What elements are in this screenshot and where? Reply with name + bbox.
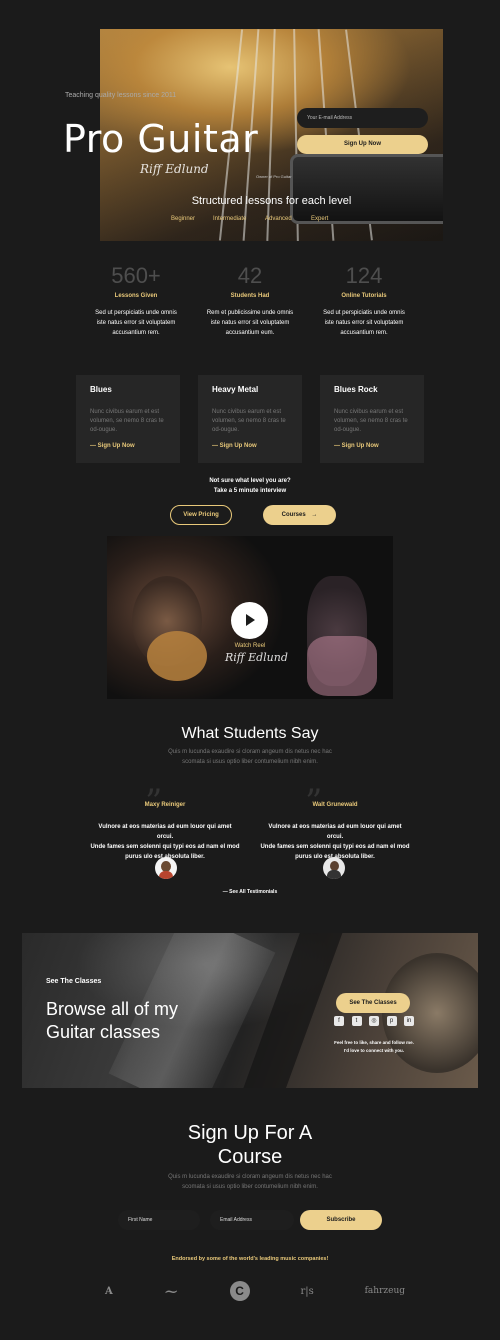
endorsed-text: Endorsed by some of the world's leading … [171, 1256, 329, 1262]
signup-title-line: Course [217, 1146, 283, 1168]
stat-value: 560+ [111, 263, 161, 288]
intro-line: scomata si usus optio liber contumelium … [182, 759, 318, 765]
signup-intro: Quis m lucunda exaudire si cloram angeum… [100, 1172, 400, 1192]
level-expert[interactable]: Expert [311, 216, 328, 222]
subscribe-button[interactable]: Subscribe [300, 1210, 382, 1230]
testimonial-name: Maxy Reiniger [144, 802, 186, 808]
stat-text: Rem et publicissime unde omnis iste natu… [206, 310, 294, 336]
testimonial-name: Walt Grunewald [312, 802, 358, 808]
arrow-right-icon: → [311, 512, 318, 518]
level-beginner[interactable]: Beginner [171, 216, 195, 222]
stat-label: Students Had [230, 293, 270, 299]
genre-text: Nunc civibus earum et est volumen, se ne… [212, 409, 286, 433]
browse-title-line: Guitar classes [46, 1022, 161, 1042]
play-icon [246, 614, 255, 626]
first-name-field[interactable]: First Name [118, 1210, 200, 1230]
email-field[interactable]: Your E-mail Address [297, 108, 428, 128]
stat-value: 124 [345, 263, 383, 288]
intro-line: scomata si usus optio liber contumelium … [182, 1184, 318, 1190]
signup-title: Sign Up For A Course [150, 1121, 350, 1169]
testimonials-intro: Quis m lucunda exaudire si cloram angeum… [100, 747, 400, 767]
instagram-icon[interactable]: ◎ [369, 1016, 379, 1026]
testimonial-line: Unde fames sem solenni qui typi eos ad n… [90, 844, 240, 850]
genre-signup-link[interactable]: — Sign Up Now [212, 443, 288, 449]
stat-text: Sed ut perspiciatis unde omnis iste natu… [323, 310, 405, 336]
browse-title-line: Browse all of my [46, 999, 179, 1019]
play-button[interactable] [231, 602, 268, 639]
testimonial-line: Vulnore at eos materias ad eum louor qui… [268, 824, 402, 840]
partner-logo: r|s [300, 1285, 314, 1297]
social-icons: f t ◎ p in [334, 1016, 414, 1026]
partner-logo: ~ [163, 1280, 179, 1302]
stat-label: Online Tutorials [341, 293, 387, 299]
genre-signup-link[interactable]: — Sign Up Now [334, 443, 410, 449]
intro-line: Quis m lucunda exaudire si cloram angeum… [168, 749, 332, 755]
genre-text: Nunc civibus earum et est volumen, se ne… [90, 409, 164, 433]
testimonial-card: Walt Grunewald Vulnore at eos materias a… [260, 802, 410, 862]
stat-students: 42 Students Had Rem et publicissime unde… [194, 263, 306, 338]
genre-card-blues[interactable]: Blues Nunc civibus earum et est volumen,… [76, 375, 180, 463]
stat-tutorials: 124 Online Tutorials Sed ut perspiciatis… [308, 263, 420, 338]
hero-tagline: Teaching quality lessons since 2011 [65, 92, 177, 99]
pinterest-icon[interactable]: p [386, 1016, 397, 1026]
avatar [323, 857, 345, 879]
stat-lessons: 560+ Lessons Given Sed ut perspiciatis u… [80, 263, 192, 338]
browse-kicker: See The Classes [46, 978, 102, 985]
courses-button[interactable]: Courses → [263, 505, 336, 525]
intro-line: Quis m lucunda exaudire si cloram angeum… [168, 1174, 332, 1180]
partner-logo: A [105, 1285, 113, 1297]
genre-title: Blues [90, 385, 112, 394]
page-title: Pro Guitar [63, 117, 259, 161]
partner-logo: fahrzeug [364, 1286, 405, 1296]
see-classes-button[interactable]: See The Classes [336, 993, 410, 1013]
level-advanced[interactable]: Advanced [265, 216, 292, 222]
follow-text: Feel free to like, share and follow me. … [334, 1039, 414, 1055]
level-prompt: Not sure what level you are? Take a 5 mi… [150, 476, 350, 496]
twitter-icon[interactable]: t [351, 1016, 362, 1026]
facebook-icon[interactable]: f [334, 1016, 344, 1026]
testimonial-text: Vulnore at eos materias ad eum louor qui… [90, 822, 240, 862]
genre-title: Blues Rock [334, 385, 378, 394]
partner-logo: C [229, 1281, 250, 1301]
linkedin-icon[interactable]: in [404, 1016, 414, 1026]
stat-text: Sed ut perspiciatis unde omnis iste natu… [95, 310, 177, 336]
signup-title-line: Sign Up For A [187, 1122, 313, 1144]
testimonial-text: Vulnore at eos materias ad eum louor qui… [260, 822, 410, 862]
email-address-field[interactable]: Email Address [210, 1210, 294, 1230]
watch-reel-label: Watch Reel [234, 643, 266, 649]
view-pricing-button[interactable]: View Pricing [170, 505, 232, 525]
genre-card-blues-rock[interactable]: Blues Rock Nunc civibus earum et est vol… [320, 375, 424, 463]
testimonials-title: What Students Say [181, 725, 319, 742]
stat-value: 42 [237, 263, 263, 288]
video-signature: Riff Edlund [225, 651, 288, 664]
testimonial-line: Unde fames sem solenni qui typi eos ad n… [260, 844, 410, 850]
follow-line: Feel free to like, share and follow me. [334, 1040, 414, 1045]
avatar [155, 857, 177, 879]
testimonial-card: Maxy Reiniger Vulnore at eos materias ad… [90, 802, 240, 862]
level-prompt-line2: Take a 5 minute interview [213, 488, 287, 494]
signature-caption: Owner of Pro Guitar [256, 174, 292, 179]
testimonial-line: Vulnore at eos materias ad eum louor qui… [98, 824, 232, 840]
genre-card-heavy-metal[interactable]: Heavy Metal Nunc civibus earum et est vo… [198, 375, 302, 463]
genre-signup-link[interactable]: — Sign Up Now [90, 443, 166, 449]
sign-up-button[interactable]: Sign Up Now [297, 135, 428, 154]
genre-text: Nunc civibus earum et est volumen, se ne… [334, 409, 408, 433]
level-intermediate[interactable]: Intermediate [213, 216, 246, 222]
hero-subtitle: Structured lessons for each level [191, 195, 352, 207]
follow-line: I'd love to connect with you. [343, 1048, 405, 1053]
browse-title: Browse all of my Guitar classes [46, 998, 178, 1044]
genre-title: Heavy Metal [212, 385, 259, 394]
stat-label: Lessons Given [114, 293, 158, 299]
partner-logos: A ~ C r|s fahrzeug [105, 1279, 405, 1303]
courses-label: Courses [281, 512, 306, 518]
see-all-testimonials-link[interactable]: — See All Testimonials [150, 889, 350, 895]
level-prompt-line1: Not sure what level you are? [209, 478, 291, 484]
hero-signature: Riff Edlund [140, 162, 209, 176]
